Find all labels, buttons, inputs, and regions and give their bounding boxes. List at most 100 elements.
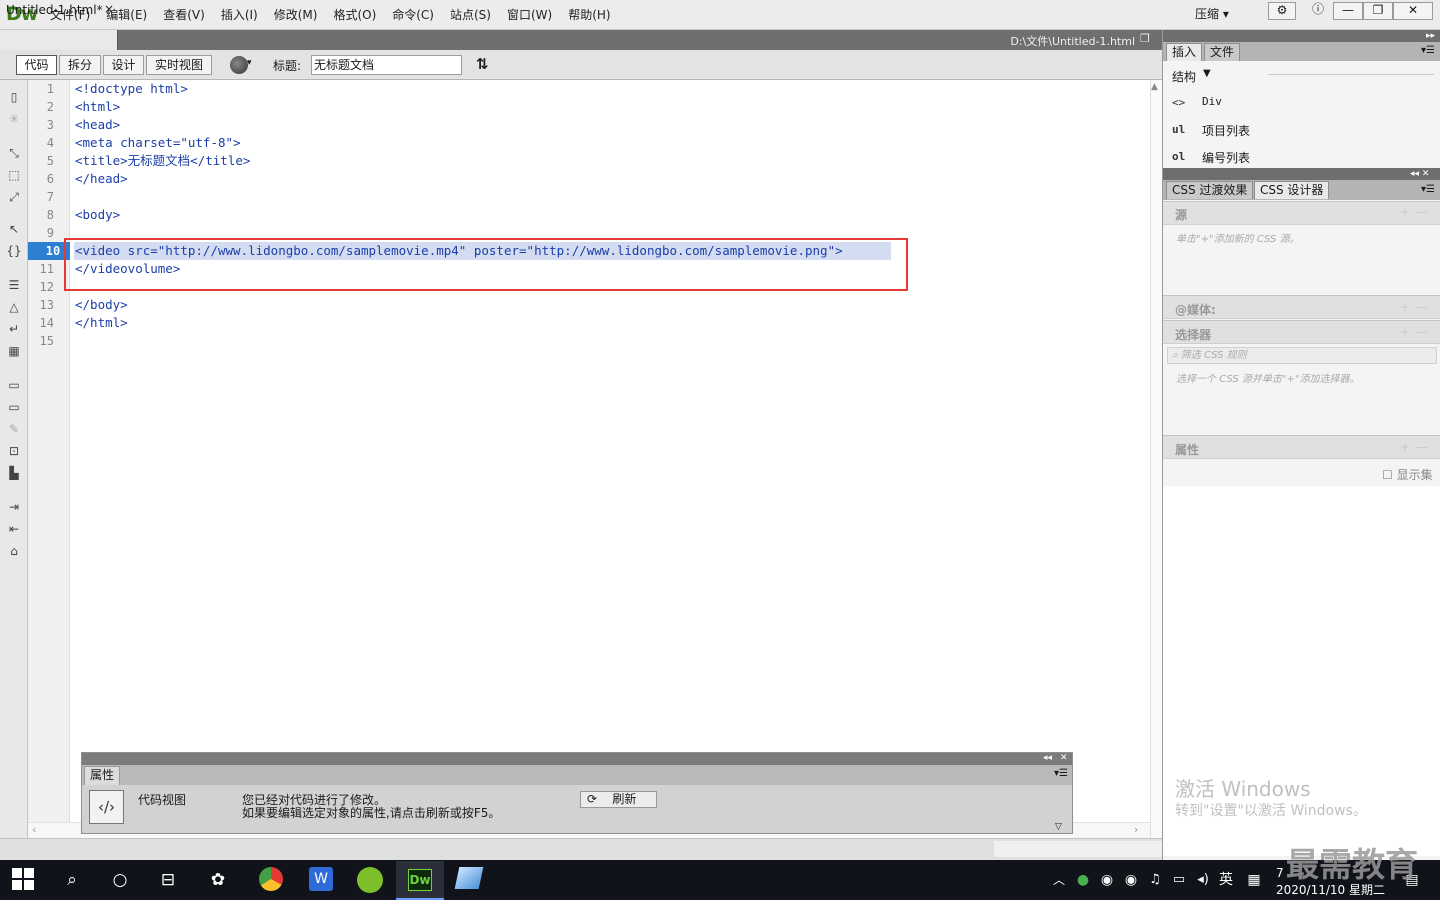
insert-category[interactable]: 结构 xyxy=(1172,68,1196,85)
close-tab-icon[interactable]: × xyxy=(104,2,114,16)
word-wrap-icon[interactable]: ↵ xyxy=(5,321,23,337)
windows-start-icon[interactable] xyxy=(12,868,34,890)
tab-css-transitions[interactable]: CSS 过渡效果 xyxy=(1166,181,1254,199)
div-icon[interactable]: <> xyxy=(1172,96,1185,109)
wps-writer-icon[interactable]: W xyxy=(309,867,333,891)
vertical-scrollbar[interactable] xyxy=(1150,80,1162,838)
notification-bell-icon[interactable]: ♫ xyxy=(1146,867,1164,893)
code-line[interactable]: <body> xyxy=(75,206,120,224)
scroll-left-icon[interactable]: ‹ xyxy=(32,823,36,836)
view-split-button[interactable]: 拆分 xyxy=(59,55,101,75)
tab-files[interactable]: 文件 xyxy=(1204,43,1241,61)
menu-view[interactable]: 查看(V) xyxy=(155,0,213,30)
properties-tab[interactable]: 属性 xyxy=(84,766,120,785)
collapse-icon[interactable]: ◂◂ ✕ xyxy=(1410,169,1429,179)
line-number[interactable]: 11 xyxy=(28,260,54,278)
line-number[interactable]: 15 xyxy=(28,332,54,350)
line-number[interactable]: 14 xyxy=(28,314,54,332)
menu-format[interactable]: 格式(O) xyxy=(325,0,384,30)
minimize-button[interactable]: — xyxy=(1333,2,1363,20)
view-design-button[interactable]: 设计 xyxy=(103,55,144,75)
workspace-switcher[interactable]: 压缩 ▾ xyxy=(1195,5,1229,23)
line-number[interactable]: 7 xyxy=(28,188,54,206)
line-number[interactable]: 5 xyxy=(28,152,54,170)
ime-indicator[interactable]: 英 xyxy=(1216,867,1236,893)
file-management-icon[interactable]: ⇅ xyxy=(476,55,489,73)
code-line[interactable]: </html> xyxy=(75,314,128,332)
expand-properties-icon[interactable]: ▽ xyxy=(1055,822,1062,832)
add-remove-icon[interactable]: +— xyxy=(1400,205,1434,219)
format-source-icon[interactable]: ⌂ xyxy=(5,543,23,559)
balance-braces-icon[interactable]: {} xyxy=(5,243,23,259)
menu-help[interactable]: 帮助(H) xyxy=(560,0,618,30)
code-line[interactable]: </body> xyxy=(75,296,128,314)
scroll-right-icon[interactable]: › xyxy=(1134,823,1138,836)
clock-time[interactable]: 7 xyxy=(1276,866,1284,880)
qq-icon-2[interactable]: ◉ xyxy=(1122,867,1140,893)
syntax-coloring-icon[interactable]: ▦ xyxy=(5,343,23,359)
highlight-invalid-icon[interactable]: △ xyxy=(5,299,23,315)
cortana-icon[interactable]: ○ xyxy=(107,867,133,893)
line-number[interactable]: 6 xyxy=(28,170,54,188)
apply-comment-icon[interactable]: ▭ xyxy=(5,377,23,393)
chevron-down-icon[interactable]: ▼ xyxy=(1203,68,1211,79)
tab-css-designer[interactable]: CSS 设计器 xyxy=(1254,181,1330,199)
scroll-up-icon[interactable]: ▲ xyxy=(1151,82,1158,92)
panel-menu-icon[interactable]: ▾☰ xyxy=(1421,184,1435,195)
code-line[interactable]: <title>无标题文档</title> xyxy=(75,152,250,170)
chrome-icon[interactable] xyxy=(259,867,283,891)
collapse-selection-icon[interactable]: ⬚ xyxy=(5,167,23,183)
qq-icon[interactable]: ◉ xyxy=(1098,867,1116,893)
volume-icon[interactable]: ◂) xyxy=(1194,867,1212,893)
panel-menu-icon[interactable]: ▾☰ xyxy=(1421,45,1435,56)
show-set-checkbox[interactable]: ☐ 显示集 xyxy=(1382,466,1433,483)
chevron-down-icon[interactable]: ▾ xyxy=(247,58,252,68)
line-number[interactable]: 1 xyxy=(28,80,54,98)
line-number[interactable]: 8 xyxy=(28,206,54,224)
code-editor[interactable] xyxy=(70,80,1150,838)
line-number[interactable]: 3 xyxy=(28,116,54,134)
insert-unordered-list[interactable]: 项目列表 xyxy=(1202,122,1250,139)
line-number[interactable]: 9 xyxy=(28,224,54,242)
code-line[interactable]: </head> xyxy=(75,170,128,188)
insert-div[interactable]: Div xyxy=(1202,95,1222,108)
menu-modify[interactable]: 修改(M) xyxy=(266,0,326,30)
line-number[interactable]: 12 xyxy=(28,278,54,296)
recent-snippets-icon[interactable]: ⊡ xyxy=(5,443,23,459)
add-remove-icon[interactable]: +— xyxy=(1400,300,1434,314)
expand-all-icon[interactable]: ⤢ xyxy=(5,189,23,205)
collapse-full-tag-icon[interactable]: ⤡ xyxy=(5,145,23,161)
close-panel-icon[interactable]: ✕ xyxy=(1060,753,1068,763)
open-documents-icon[interactable]: ▯ xyxy=(5,89,23,105)
show-code-navigator-icon[interactable]: ✳ xyxy=(5,111,23,127)
close-button[interactable]: ✕ xyxy=(1393,2,1433,20)
search-icon[interactable]: ⌕ xyxy=(59,867,85,893)
document-tab[interactable] xyxy=(0,30,118,50)
move-css-icon[interactable]: ▙ xyxy=(5,465,23,481)
insert-ordered-list[interactable]: 编号列表 xyxy=(1202,149,1250,166)
view-live-button[interactable]: 实时视图 xyxy=(146,55,212,75)
chevron-up-icon[interactable]: ︿ xyxy=(1050,867,1068,893)
menu-commands[interactable]: 命令(C) xyxy=(384,0,442,30)
collapse-icon[interactable]: ◂◂ xyxy=(1043,753,1052,763)
globe-icon[interactable] xyxy=(230,56,248,74)
code-line[interactable]: <html> xyxy=(75,98,120,116)
ordered-list-icon[interactable]: ol xyxy=(1172,150,1185,163)
filter-css-input[interactable]: ⌕ 筛选 CSS 规则 xyxy=(1167,347,1437,364)
melon-app-icon[interactable] xyxy=(357,867,383,893)
panel-menu-icon[interactable]: ▾☰ xyxy=(1054,768,1068,779)
keyboard-icon[interactable]: ▦ xyxy=(1244,867,1264,893)
line-number[interactable]: 13 xyxy=(28,296,54,314)
add-remove-icon[interactable]: +— xyxy=(1400,325,1434,339)
wrap-tag-icon[interactable]: ✎ xyxy=(5,421,23,437)
title-input[interactable]: 无标题文档 xyxy=(311,55,462,75)
select-parent-tag-icon[interactable]: ↖ xyxy=(5,221,23,237)
line-number[interactable]: 4 xyxy=(28,134,54,152)
restore-button[interactable]: ❐ xyxy=(1363,2,1393,20)
refresh-button[interactable]: ⟳ 刷新 xyxy=(580,791,657,808)
code-line[interactable]: <!doctype html> xyxy=(75,80,188,98)
tab-insert[interactable]: 插入 xyxy=(1166,43,1203,61)
expand-panels-icon[interactable]: ▸▸ xyxy=(1426,31,1435,41)
menu-site[interactable]: 站点(S) xyxy=(442,0,499,30)
line-number[interactable]: 2 xyxy=(28,98,54,116)
